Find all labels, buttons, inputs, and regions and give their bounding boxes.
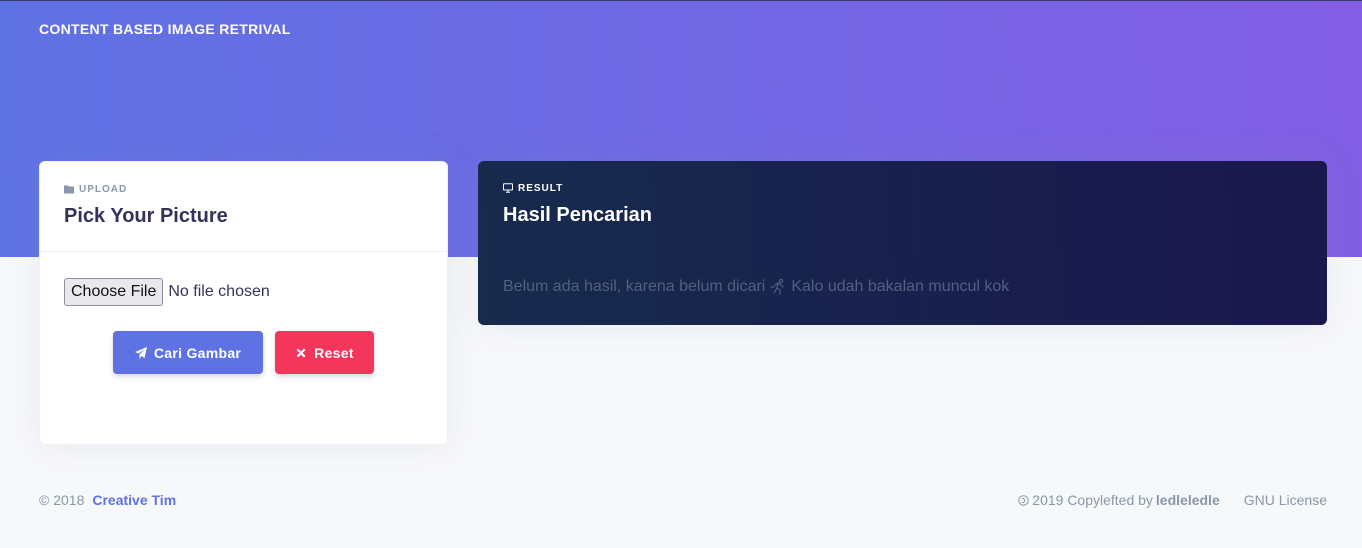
close-icon — [297, 348, 306, 357]
copyleft-text: 2019 Copylefted by — [1032, 492, 1153, 508]
copyleft-icon — [1018, 494, 1029, 506]
upload-card-title: Pick Your Picture — [64, 205, 228, 227]
license-link[interactable]: GNU License — [1244, 492, 1327, 508]
result-message: Belum ada hasil, karena belum dicari Kal… — [503, 278, 1009, 296]
footer-copyright: © 2018 Creative Tim — [39, 492, 176, 508]
reset-button-label: Reset — [314, 344, 354, 361]
running-icon — [770, 278, 784, 295]
result-overline: RESULT — [503, 181, 1303, 195]
creative-tim-link[interactable]: Creative Tim — [92, 492, 176, 508]
author-link[interactable]: ledleledle — [1156, 492, 1220, 508]
result-message-part1: Belum ada hasil, karena belum dicari — [503, 278, 766, 295]
upload-card: UPLOAD Pick Your Picture Choose File No … — [39, 161, 448, 445]
monitor-icon — [503, 183, 513, 193]
choose-file-button[interactable]: Choose File — [64, 278, 164, 306]
result-card-header: RESULT Hasil Pencarian — [478, 161, 1327, 251]
file-input[interactable]: Choose File No file chosen — [64, 278, 270, 306]
footer-links: 2019 Copylefted by ledleledle GNU Licens… — [1018, 492, 1327, 508]
result-card-title: Hasil Pencarian — [503, 204, 652, 226]
upload-overline-label: UPLOAD — [79, 183, 128, 195]
reset-button[interactable]: Reset — [275, 331, 374, 374]
copyright-text: © 2018 — [39, 492, 85, 508]
result-card: RESULT Hasil Pencarian Belum ada hasil, … — [478, 161, 1327, 325]
search-button[interactable]: Cari Gambar — [113, 331, 263, 374]
upload-card-header: UPLOAD Pick Your Picture — [40, 162, 447, 252]
result-message-part2: Kalo udah bakalan muncul kok — [791, 278, 1010, 295]
file-status: No file chosen — [168, 283, 270, 300]
result-overline-label: RESULT — [518, 182, 564, 194]
navbar-brand[interactable]: CONTENT BASED IMAGE RETRIVAL — [39, 21, 291, 37]
upload-overline: UPLOAD — [64, 182, 423, 196]
search-button-label: Cari Gambar — [153, 344, 242, 361]
folder-icon — [64, 185, 74, 194]
copyleft-notice: 2019 Copylefted by ledleledle — [1018, 492, 1220, 508]
paper-plane-icon — [134, 346, 147, 359]
